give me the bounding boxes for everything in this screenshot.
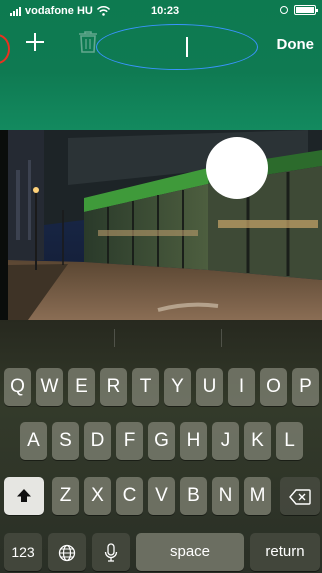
globe-key[interactable] <box>48 533 86 571</box>
return-key[interactable]: return <box>250 533 320 571</box>
key-r[interactable]: R <box>100 368 127 406</box>
trash-icon <box>79 31 97 53</box>
status-time: 10:23 <box>151 5 180 17</box>
key-c[interactable]: C <box>116 477 143 515</box>
key-w[interactable]: W <box>36 368 63 406</box>
key-a[interactable]: A <box>20 422 47 460</box>
microphone-key[interactable] <box>92 533 130 571</box>
text-cursor <box>186 37 188 57</box>
carrier-label: vodafone HU <box>25 5 93 17</box>
status-right <box>280 5 318 15</box>
status-left: vodafone HU <box>10 5 110 17</box>
backspace-icon <box>289 489 311 505</box>
key-l[interactable]: L <box>276 422 303 460</box>
backspace-key[interactable] <box>280 477 320 515</box>
annotation-red-circle <box>0 34 10 64</box>
key-t[interactable]: T <box>132 368 159 406</box>
suggestion-bar <box>0 320 322 356</box>
key-p[interactable]: P <box>292 368 319 406</box>
suggestion-divider <box>114 329 115 347</box>
screen: vodafone HU 10:23 Done Q W E R T Y U I O… <box>0 0 322 573</box>
key-d[interactable]: D <box>84 422 111 460</box>
key-m[interactable]: M <box>244 477 271 515</box>
key-q[interactable]: Q <box>4 368 31 406</box>
key-n[interactable]: N <box>212 477 239 515</box>
key-s[interactable]: S <box>52 422 79 460</box>
delete-button[interactable] <box>78 30 98 54</box>
battery-fill <box>296 7 314 13</box>
globe-icon <box>58 545 76 562</box>
shift-icon <box>17 488 31 502</box>
key-v[interactable]: V <box>148 477 175 515</box>
microphone-icon <box>104 543 118 562</box>
key-j[interactable]: J <box>212 422 239 460</box>
done-button[interactable]: Done <box>277 36 315 53</box>
numbers-key[interactable]: 123 <box>4 533 42 571</box>
add-button[interactable] <box>24 31 46 53</box>
shift-key[interactable] <box>4 477 44 515</box>
key-y[interactable]: Y <box>164 368 191 406</box>
status-bar: vodafone HU 10:23 <box>0 0 322 20</box>
battery-icon <box>294 5 318 15</box>
suggestion-divider <box>221 329 222 347</box>
storefront-photo <box>8 130 322 320</box>
signal-icon <box>10 6 21 16</box>
photo <box>8 130 322 320</box>
key-u[interactable]: U <box>196 368 223 406</box>
key-g[interactable]: G <box>148 422 175 460</box>
key-h[interactable]: H <box>180 422 207 460</box>
white-marker[interactable] <box>206 137 268 199</box>
key-e[interactable]: E <box>68 368 95 406</box>
key-i[interactable]: I <box>228 368 255 406</box>
text-field[interactable] <box>96 24 258 70</box>
key-o[interactable]: O <box>260 368 287 406</box>
key-k[interactable]: K <box>244 422 271 460</box>
key-z[interactable]: Z <box>52 477 79 515</box>
wifi-icon <box>96 6 110 16</box>
top-green-area: vodafone HU 10:23 Done <box>0 0 322 130</box>
toolbar: Done <box>0 24 322 70</box>
rotation-lock-icon <box>280 6 288 14</box>
key-f[interactable]: F <box>116 422 143 460</box>
key-b[interactable]: B <box>180 477 207 515</box>
key-x[interactable]: X <box>84 477 111 515</box>
space-key[interactable]: space <box>136 533 244 571</box>
keyboard: Q W E R T Y U I O P A S D F G H J K L Z … <box>0 320 322 573</box>
